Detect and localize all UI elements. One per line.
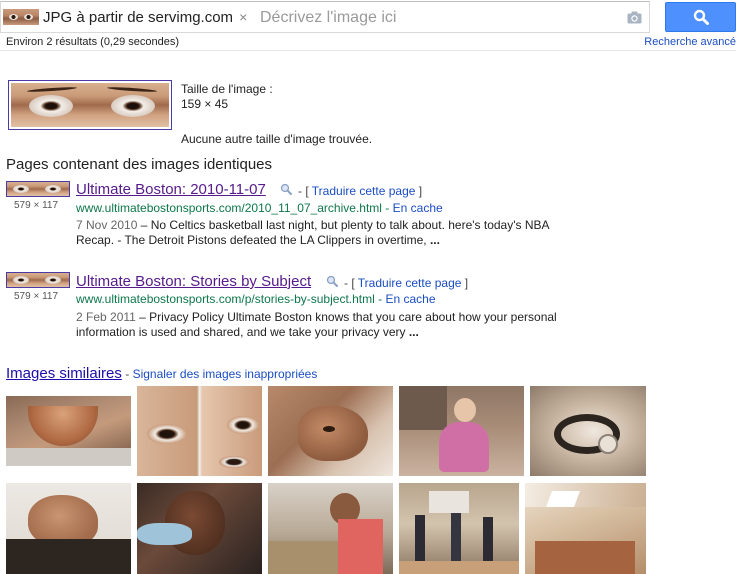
search-input[interactable] bbox=[260, 7, 610, 29]
query-image[interactable] bbox=[8, 80, 172, 130]
similar-images-header: Images similaires - Signaler des images … bbox=[6, 365, 318, 382]
result-snippet: 2 Feb 2011 – Privacy Policy Ultimate Bos… bbox=[76, 310, 557, 339]
magnifier-icon[interactable] bbox=[326, 275, 338, 287]
result-thumbnail[interactable] bbox=[6, 181, 70, 197]
image-size-label: Taille de l'image : bbox=[181, 82, 273, 96]
search-button[interactable] bbox=[665, 2, 736, 32]
similar-image[interactable] bbox=[399, 386, 524, 476]
similar-image[interactable] bbox=[399, 483, 519, 574]
similar-images-link[interactable]: Images similaires bbox=[6, 365, 122, 382]
similar-image[interactable] bbox=[525, 483, 646, 574]
similar-image[interactable] bbox=[268, 483, 393, 574]
similar-image[interactable] bbox=[530, 386, 646, 476]
result-dimensions: 579 × 117 bbox=[14, 200, 59, 211]
close-icon[interactable]: × bbox=[239, 9, 247, 25]
translate-group: - [ Traduire cette page ] bbox=[298, 184, 423, 198]
image-size-info: Taille de l'image : 159 × 45 bbox=[181, 82, 273, 112]
similar-image[interactable] bbox=[268, 386, 393, 476]
result-title-link[interactable]: Ultimate Boston: 2010-11-07 bbox=[76, 181, 266, 198]
translate-link[interactable]: Traduire cette page bbox=[312, 184, 416, 198]
search-box[interactable]: JPG à partir de servimg.com × bbox=[0, 1, 650, 33]
results-stats-row: Environ 2 résultats (0,29 secondes) Rech… bbox=[0, 34, 736, 51]
search-bar: JPG à partir de servimg.com × bbox=[0, 0, 736, 34]
no-other-sizes: Aucune autre taille d'image trouvée. bbox=[181, 132, 373, 146]
camera-icon[interactable] bbox=[627, 11, 642, 24]
cache-link[interactable]: En cache bbox=[385, 292, 435, 306]
pages-section-title: Pages contenant des images identiques bbox=[6, 156, 273, 173]
similar-image[interactable] bbox=[6, 483, 131, 574]
cache-link[interactable]: En cache bbox=[393, 201, 443, 215]
result-thumbnail[interactable] bbox=[6, 272, 70, 288]
result-date: 2 Feb 2011 bbox=[76, 310, 136, 324]
translate-link[interactable]: Traduire cette page bbox=[358, 276, 462, 290]
similar-image[interactable] bbox=[6, 396, 131, 466]
result-snippet: 7 Nov 2010 – No Celtics basketball last … bbox=[76, 218, 550, 247]
result-title-link[interactable]: Ultimate Boston: Stories by Subject bbox=[76, 273, 311, 290]
result-url-row: www.ultimatebostonsports.com/2010_11_07_… bbox=[76, 201, 443, 215]
magnifier-icon[interactable] bbox=[280, 183, 292, 195]
similar-image[interactable] bbox=[137, 386, 262, 476]
eyes-image bbox=[11, 83, 169, 127]
query-image-chip-label: JPG à partir de servimg.com bbox=[43, 8, 234, 26]
result-dimensions: 579 × 117 bbox=[14, 291, 59, 302]
magnifier-icon bbox=[693, 9, 709, 25]
result-url-row: www.ultimatebostonsports.com/p/stories-b… bbox=[76, 292, 436, 306]
result-date: 7 Nov 2010 bbox=[76, 218, 138, 232]
report-images-link[interactable]: Signaler des images inappropriées bbox=[133, 367, 318, 381]
query-image-chip-thumbnail bbox=[3, 9, 39, 25]
similar-image[interactable] bbox=[137, 483, 262, 574]
query-image-chip[interactable]: JPG à partir de servimg.com × bbox=[3, 6, 252, 28]
translate-group: - [ Traduire cette page ] bbox=[344, 276, 469, 290]
result-url: www.ultimatebostonsports.com/2010_11_07_… bbox=[76, 201, 382, 215]
advanced-search-link[interactable]: Recherche avancé bbox=[644, 36, 736, 48]
results-count: Environ 2 résultats (0,29 secondes) bbox=[6, 36, 180, 48]
result-url: www.ultimatebostonsports.com/p/stories-b… bbox=[76, 292, 375, 306]
image-size-value: 159 × 45 bbox=[181, 97, 229, 111]
